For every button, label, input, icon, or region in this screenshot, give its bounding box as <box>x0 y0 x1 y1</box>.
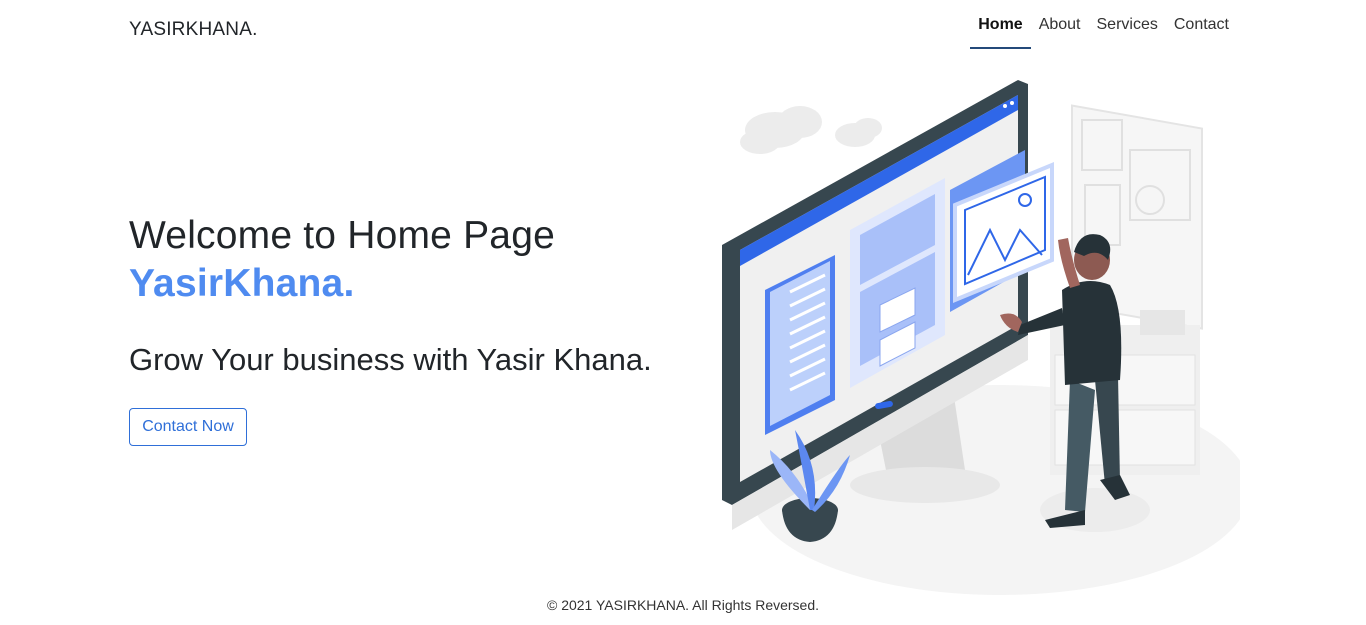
navbar: YASIRKHANA. Home About Services Contact <box>0 0 1366 60</box>
copyright-text: © 2021 YASIRKHANA. All Rights Reversed. <box>546 597 820 613</box>
brand-logo[interactable]: YASIRKHANA. <box>129 19 258 41</box>
hero-title: Welcome to Home Page <box>129 214 555 257</box>
person-at-monitor-illustration <box>700 70 1250 595</box>
hero-section: Welcome to Home Page YasirKhana. Grow Yo… <box>129 212 709 378</box>
nav-services[interactable]: Services <box>1089 0 1166 50</box>
hero-name: YasirKhana. <box>129 262 355 305</box>
nav-contact[interactable]: Contact <box>1166 0 1237 50</box>
footer: © 2021 YASIRKHANA. All Rights Reversed. <box>0 597 1366 613</box>
nav-about[interactable]: About <box>1031 0 1089 50</box>
hero-subtitle: Grow Your business with Yasir Khana. <box>129 342 652 377</box>
contact-now-button[interactable]: Contact Now <box>129 408 247 446</box>
nav-links: Home About Services Contact <box>970 0 1237 50</box>
nav-home[interactable]: Home <box>970 0 1032 50</box>
